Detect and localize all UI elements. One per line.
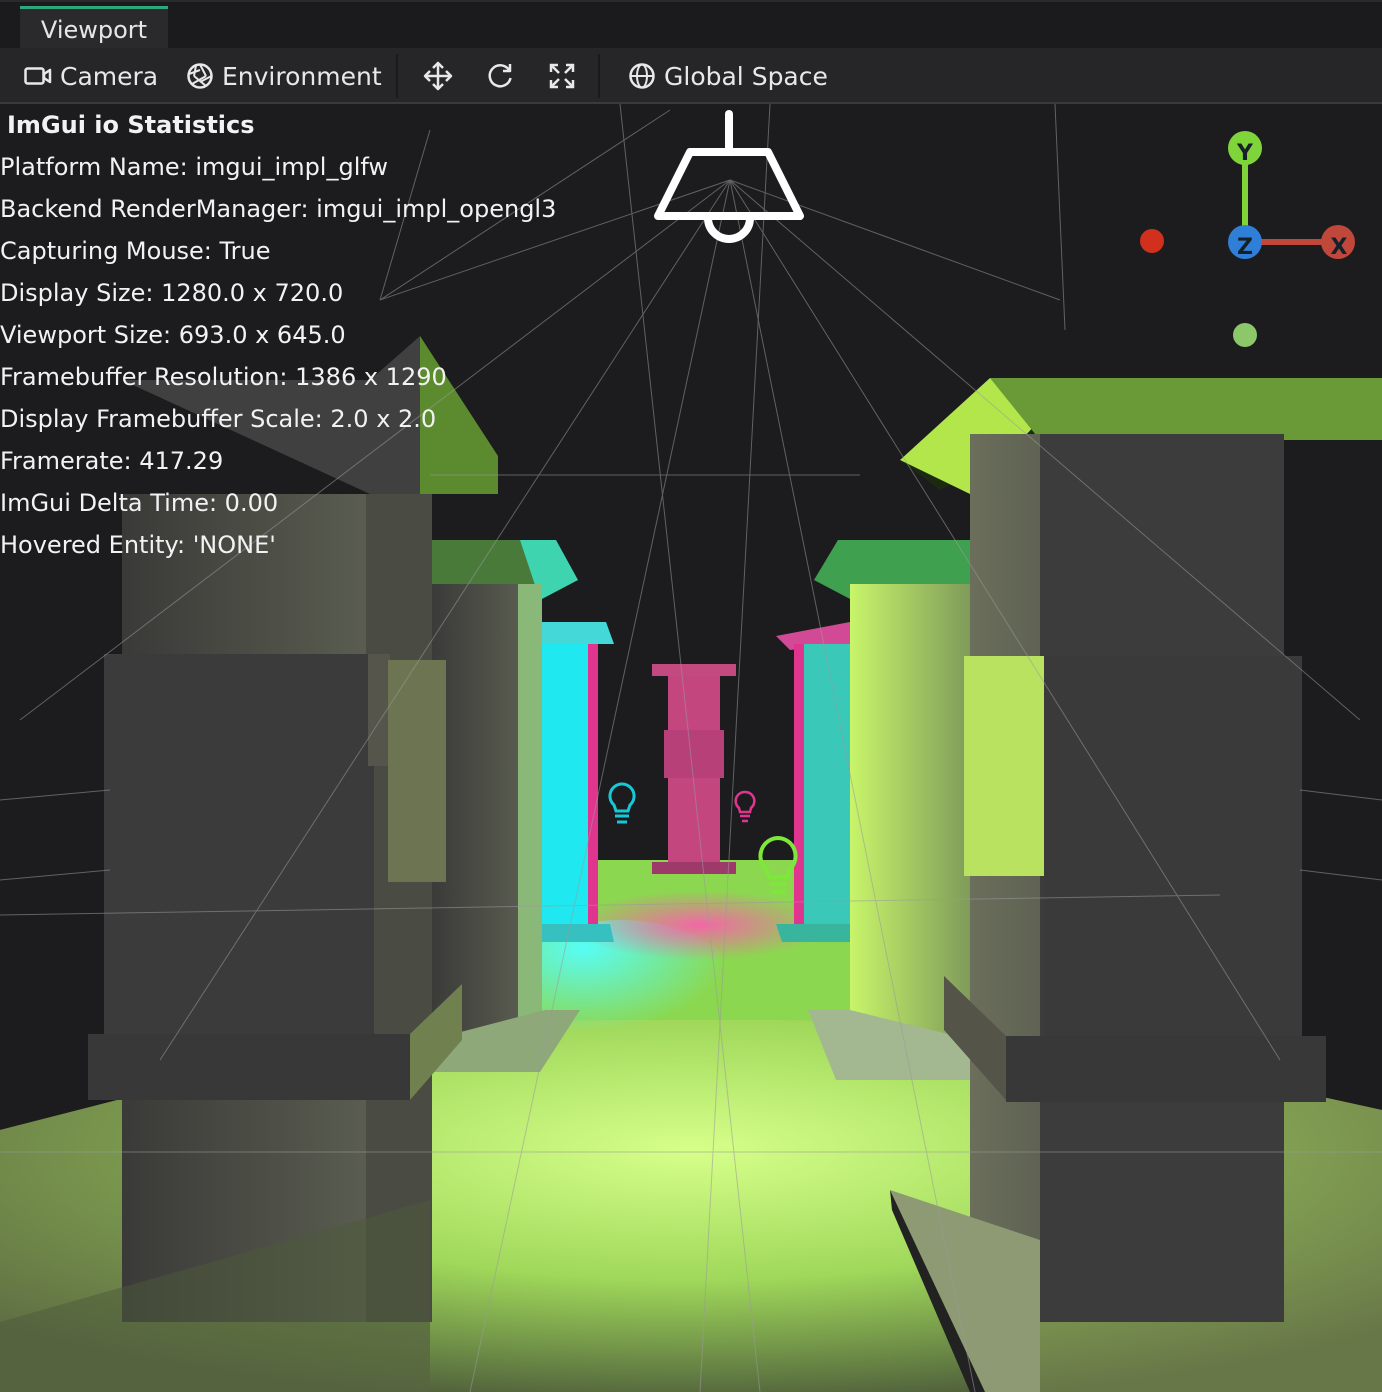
camera-button[interactable]: Camera	[24, 48, 158, 104]
environment-button[interactable]: Environment	[186, 48, 382, 104]
tab-bar: Viewport	[0, 0, 1382, 50]
camera-label: Camera	[60, 61, 159, 91]
stats-row: Backend RenderManager: imgui_impl_opengl…	[0, 195, 557, 223]
environment-icon	[186, 62, 214, 90]
camera-icon	[24, 65, 52, 87]
space-toggle-button[interactable]: Global Space	[628, 48, 828, 104]
translate-tool-button[interactable]	[423, 48, 453, 104]
stats-row: Capturing Mouse: True	[0, 237, 271, 265]
gizmo-x-label: X	[1331, 235, 1348, 260]
stats-row: Framebuffer Resolution: 1386 x 1290	[0, 363, 447, 391]
gizmo-neg-y-dot[interactable]	[1233, 323, 1257, 347]
stats-row: Display Size: 1280.0 x 720.0	[0, 279, 344, 307]
gizmo-y-label: Y	[1236, 141, 1254, 166]
toolbar-separator	[396, 54, 398, 98]
scale-tool-button[interactable]	[548, 48, 576, 104]
gizmo-z-label: Z	[1237, 235, 1253, 260]
toolbar-separator	[598, 54, 600, 98]
globe-icon	[628, 62, 656, 90]
move-icon	[423, 61, 453, 91]
viewport-toolbar: Camera Environment Global Space	[0, 48, 1382, 104]
rotate-icon	[486, 62, 514, 90]
stats-row: Hovered Entity: 'NONE'	[0, 531, 276, 559]
gizmo-neg-x-dot[interactable]	[1140, 229, 1164, 253]
environment-label: Environment	[222, 61, 382, 91]
space-label: Global Space	[664, 61, 828, 91]
stats-row: ImGui Delta Time: 0.00	[0, 489, 279, 517]
tab-viewport[interactable]: Viewport	[20, 6, 168, 50]
stats-row: Platform Name: imgui_impl_glfw	[0, 153, 389, 181]
stats-row: Display Framebuffer Scale: 2.0 x 2.0	[0, 405, 437, 433]
tab-viewport-label: Viewport	[40, 15, 148, 44]
stats-row: Framerate: 417.29	[0, 447, 224, 475]
stats-title: ImGui io Statistics	[7, 111, 255, 139]
imgui-stats-overlay: ImGui io Statistics Platform Name: imgui…	[0, 104, 556, 566]
rotate-tool-button[interactable]	[486, 48, 514, 104]
stats-row: Viewport Size: 693.0 x 645.0	[0, 321, 346, 349]
scale-icon	[548, 62, 576, 90]
